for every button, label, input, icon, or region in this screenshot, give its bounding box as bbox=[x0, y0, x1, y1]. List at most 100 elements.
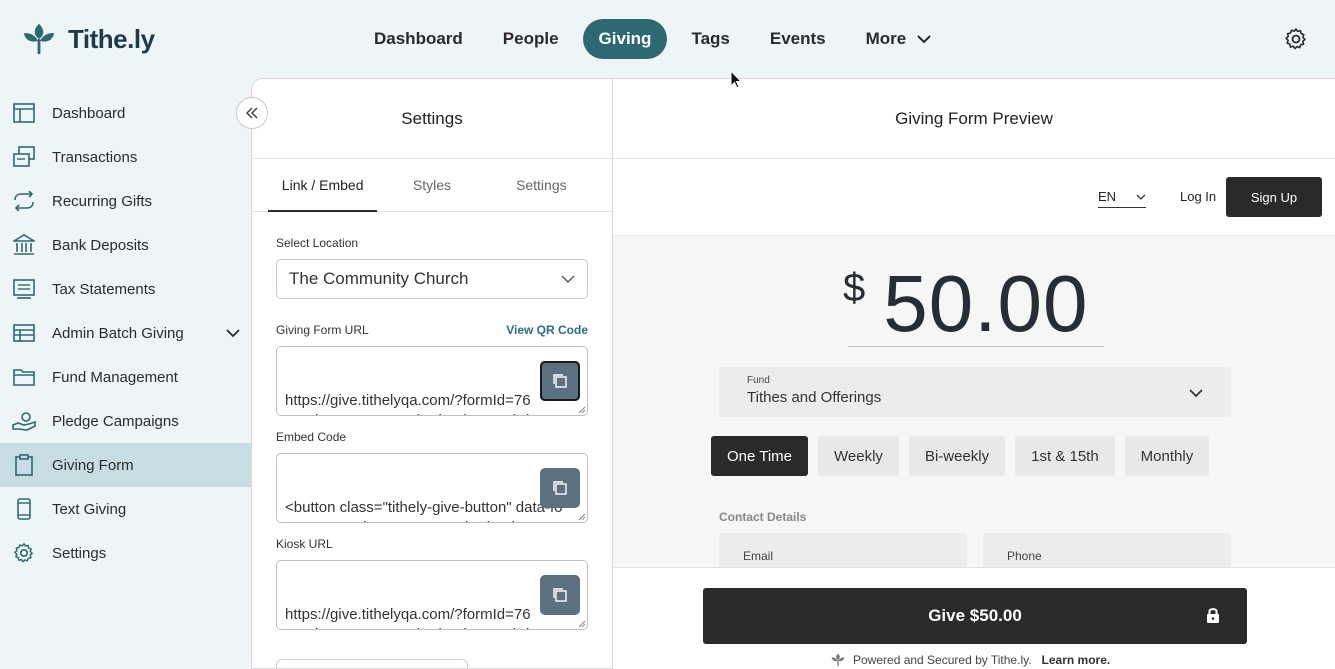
sidebar-item-recurring-gifts[interactable]: Recurring Gifts bbox=[0, 179, 251, 223]
give-footer: Give $50.00 Powered and Secured by Tithe… bbox=[613, 567, 1335, 669]
lock-icon bbox=[1207, 608, 1219, 623]
logo-leaf-icon bbox=[23, 23, 55, 55]
sidebar-item-giving-form[interactable]: Giving Form bbox=[0, 443, 251, 487]
top-navigation-bar: Tithe.ly Dashboard People Giving Tags Ev… bbox=[0, 0, 1335, 78]
location-select[interactable]: The Community Church bbox=[276, 259, 588, 299]
label-text: Kiosk URL bbox=[276, 537, 333, 551]
giving-form-url-field[interactable]: https://give.tithelyqa.com/?formId=76386… bbox=[276, 346, 588, 416]
amount-underline bbox=[848, 346, 1104, 347]
nav-people[interactable]: People bbox=[487, 19, 575, 59]
pledge-icon bbox=[12, 409, 36, 433]
collapse-sidebar-button[interactable] bbox=[236, 97, 268, 129]
chevron-down-icon bbox=[1136, 194, 1146, 200]
nav-giving[interactable]: Giving bbox=[582, 19, 668, 59]
phone-label: Phone bbox=[1007, 549, 1042, 563]
language-value: EN bbox=[1098, 189, 1117, 204]
statement-icon bbox=[12, 277, 36, 301]
fund-select[interactable]: Fund Tithes and Offerings bbox=[719, 367, 1231, 417]
nav-events[interactable]: Events bbox=[754, 19, 842, 59]
give-button[interactable]: Give $50.00 bbox=[703, 588, 1247, 644]
gift-amount[interactable]: $ 50.00 bbox=[843, 258, 1088, 350]
frequency-one-time[interactable]: One Time bbox=[711, 436, 809, 476]
frequency-weekly[interactable]: Weekly bbox=[818, 436, 899, 476]
sidebar-item-dashboard[interactable]: Dashboard bbox=[0, 91, 251, 135]
copy-icon bbox=[553, 374, 567, 388]
nav-tags[interactable]: Tags bbox=[675, 19, 745, 59]
sidebar-item-bank-deposits[interactable]: Bank Deposits bbox=[0, 223, 251, 267]
log-in-link[interactable]: Log In bbox=[1180, 189, 1216, 204]
resize-handle-icon[interactable] bbox=[578, 513, 586, 521]
kiosk-url-field[interactable]: https://give.tithelyqa.com/?formId=76386… bbox=[276, 560, 588, 630]
sidebar-item-admin-batch-giving[interactable]: Admin Batch Giving bbox=[0, 311, 251, 355]
preview-title: Giving Form Preview bbox=[613, 79, 1335, 159]
powered-by-footer: Powered and Secured by Tithe.ly. Learn m… bbox=[829, 652, 1110, 668]
sidebar-item-label: Settings bbox=[52, 544, 107, 562]
tithely-leaf-icon bbox=[831, 653, 845, 667]
nav-label: Tags bbox=[691, 29, 730, 48]
nav-label: People bbox=[502, 29, 559, 48]
gear-icon bbox=[12, 541, 36, 565]
sidebar-item-tax-statements[interactable]: Tax Statements bbox=[0, 267, 251, 311]
sidebar-item-transactions[interactable]: Transactions bbox=[0, 135, 251, 179]
contact-details-label: Contact Details bbox=[719, 510, 807, 524]
nav-more[interactable]: More bbox=[850, 19, 949, 59]
nav-dashboard[interactable]: Dashboard bbox=[358, 19, 479, 59]
tab-link-embed[interactable]: Link / Embed bbox=[268, 159, 378, 212]
folder-icon bbox=[12, 365, 36, 389]
language-select[interactable]: EN bbox=[1098, 189, 1146, 208]
settings-tabs: Link / Embed Styles Settings bbox=[252, 159, 612, 212]
label-text: Giving Form URL bbox=[276, 323, 369, 337]
frequency-bi-weekly[interactable]: Bi-weekly bbox=[908, 436, 1006, 476]
sign-up-button[interactable]: Sign Up bbox=[1226, 177, 1322, 217]
learn-more-link[interactable]: Learn more. bbox=[1042, 653, 1111, 667]
resize-handle-icon[interactable] bbox=[578, 406, 586, 414]
kiosk-url-value: https://give.tithelyqa.com/?formId=76386… bbox=[285, 606, 531, 629]
nav-label: More bbox=[865, 29, 907, 48]
embed-code-field[interactable]: <button class="tithely-give-button" data… bbox=[276, 453, 588, 523]
copy-embed-code-button[interactable] bbox=[540, 468, 580, 508]
tithely-logo[interactable]: Tithe.ly bbox=[20, 20, 155, 58]
preview-header: EN Log In Sign Up bbox=[613, 159, 1335, 236]
chevron-down-icon bbox=[917, 35, 931, 44]
frequency-1st-15th[interactable]: 1st & 15th bbox=[1015, 436, 1115, 476]
currency-symbol: $ bbox=[843, 266, 866, 310]
link-embed-form: Select Location The Community Church Giv… bbox=[252, 236, 612, 630]
copy-icon bbox=[553, 588, 567, 602]
bank-icon bbox=[12, 233, 36, 257]
chevron-down-icon bbox=[561, 275, 575, 283]
chevron-down-icon bbox=[1189, 389, 1203, 398]
sidebar-item-label: Recurring Gifts bbox=[52, 192, 153, 210]
copy-kiosk-url-button[interactable] bbox=[540, 575, 580, 615]
copy-form-url-button[interactable] bbox=[540, 361, 580, 401]
transactions-icon bbox=[12, 145, 36, 169]
settings-panel: Settings Link / Embed Styles Settings Se… bbox=[251, 78, 613, 669]
resize-handle-icon[interactable] bbox=[578, 620, 586, 628]
chevron-down-icon[interactable] bbox=[225, 325, 241, 341]
view-qr-code-link[interactable]: View QR Code bbox=[506, 323, 588, 337]
amount-value: 50.00 bbox=[883, 259, 1089, 348]
nav-label: Giving bbox=[598, 29, 652, 48]
tab-settings[interactable]: Settings bbox=[487, 159, 596, 211]
embed-code-label: Embed Code bbox=[276, 430, 588, 444]
settings-panel-title: Settings bbox=[252, 79, 612, 159]
sidebar-item-label: Fund Management bbox=[52, 368, 178, 386]
sidebar: Dashboard Transactions Recurring Gifts B… bbox=[0, 91, 251, 575]
mouse-cursor-icon bbox=[730, 70, 742, 89]
clipboard-icon bbox=[12, 453, 36, 477]
sidebar-item-text-giving[interactable]: Text Giving bbox=[0, 487, 251, 531]
frequency-monthly[interactable]: Monthly bbox=[1124, 436, 1210, 476]
sidebar-item-label: Bank Deposits bbox=[52, 236, 149, 254]
sidebar-item-label: Admin Batch Giving bbox=[52, 324, 184, 342]
giving-form-preview-panel: Giving Form Preview EN Log In Sign Up $ … bbox=[613, 78, 1335, 669]
powered-text: Powered and Secured by Tithe.ly. bbox=[853, 653, 1032, 667]
additional-option-box[interactable] bbox=[276, 659, 468, 668]
gear-icon[interactable] bbox=[1284, 27, 1308, 51]
sidebar-item-fund-management[interactable]: Fund Management bbox=[0, 355, 251, 399]
sidebar-item-settings[interactable]: Settings bbox=[0, 531, 251, 575]
sidebar-item-pledge-campaigns[interactable]: Pledge Campaigns bbox=[0, 399, 251, 443]
main-nav: Dashboard People Giving Tags Events More bbox=[358, 19, 948, 59]
sidebar-item-label: Transactions bbox=[52, 148, 138, 166]
tab-styles[interactable]: Styles bbox=[377, 159, 486, 211]
nav-label: Events bbox=[769, 29, 826, 48]
recurring-icon bbox=[12, 189, 36, 213]
